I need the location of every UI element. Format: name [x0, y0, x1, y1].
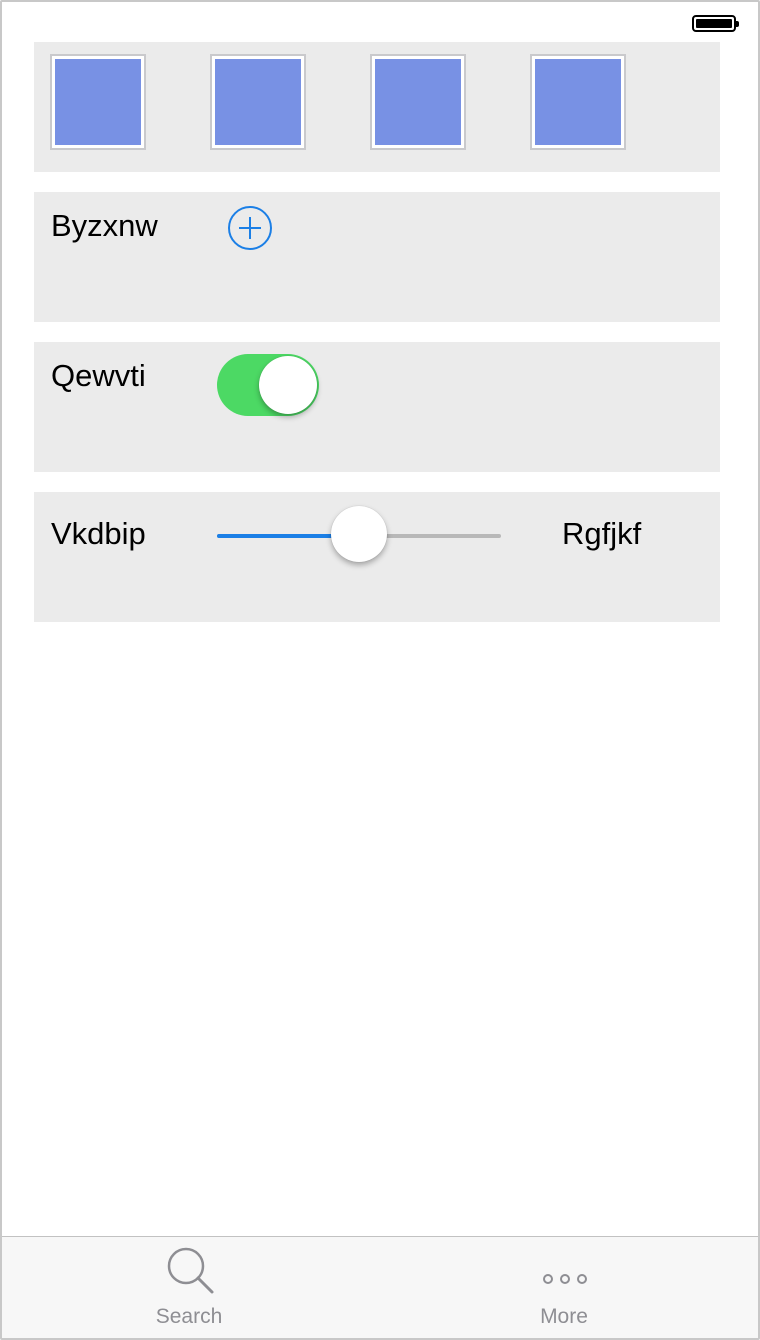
search-icon [167, 1247, 214, 1294]
slider-max-label: Rgfjkf [562, 516, 642, 551]
image-thumbnail[interactable] [370, 54, 466, 150]
value-slider[interactable] [217, 506, 501, 562]
tab-bar: Search More [2, 1236, 758, 1338]
tab-more-label: More [540, 1305, 588, 1328]
slider-handle[interactable] [331, 506, 387, 562]
image-thumbnail[interactable] [530, 54, 626, 150]
toggle-row: Qewvti [34, 342, 720, 472]
add-row-label: Byzxnw [51, 208, 158, 243]
slider-row: Vkdbip Rgfjkf [34, 492, 720, 622]
app-screen: Byzxnw Qewvti Vkdbip Rgfjkf Search More [0, 0, 760, 1340]
toggle-switch[interactable] [217, 354, 319, 416]
add-button[interactable] [228, 206, 272, 250]
tab-search[interactable]: Search [119, 1237, 259, 1338]
add-row: Byzxnw [34, 192, 720, 322]
more-icon [543, 1274, 587, 1284]
toggle-knob [259, 356, 317, 414]
image-thumbnail[interactable] [50, 54, 146, 150]
thumbnail-panel [34, 42, 720, 172]
toggle-row-label: Qewvti [51, 358, 146, 393]
plus-circle-icon [239, 217, 261, 239]
tab-search-label: Search [155, 1305, 223, 1328]
tab-more[interactable]: More [494, 1237, 634, 1338]
image-thumbnail[interactable] [210, 54, 306, 150]
slider-min-label: Vkdbip [51, 516, 146, 551]
battery-full-icon [692, 15, 739, 32]
